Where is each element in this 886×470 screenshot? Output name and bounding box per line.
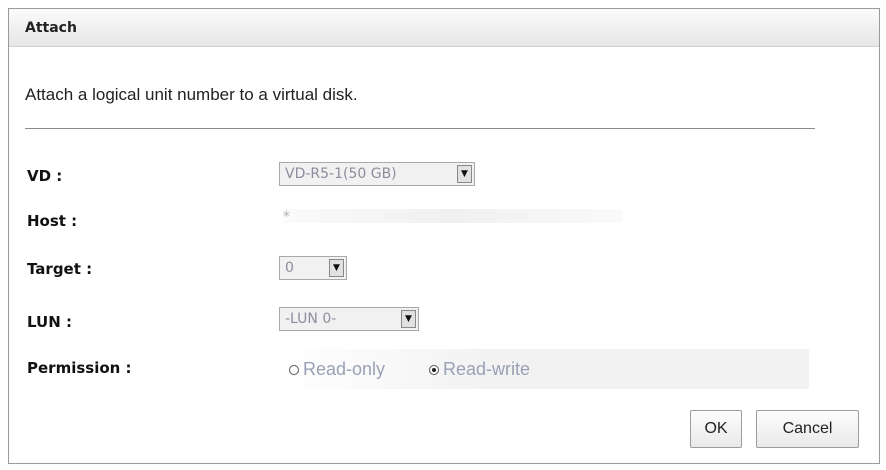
- vd-select-value: VD-R5-1(50 GB): [285, 166, 397, 182]
- vd-label: VD :: [27, 167, 63, 185]
- target-label: Target :: [27, 260, 93, 278]
- dialog-description: Attach a logical unit number to a virtua…: [25, 85, 358, 104]
- target-select[interactable]: 0 ▼: [279, 256, 347, 280]
- host-label: Host :: [27, 212, 78, 230]
- cancel-button[interactable]: Cancel: [756, 410, 859, 448]
- attach-dialog: Attach Attach a logical unit number to a…: [8, 8, 880, 464]
- host-value-text: *: [283, 209, 290, 225]
- radio-checked-icon: [429, 365, 439, 375]
- radio-read-write[interactable]: Read-write: [429, 359, 530, 380]
- lun-select[interactable]: -LUN 0- ▼: [279, 307, 419, 331]
- divider: [25, 128, 815, 129]
- lun-label: LUN :: [27, 313, 72, 331]
- chevron-down-icon: ▼: [457, 165, 472, 183]
- permission-label: Permission :: [27, 359, 132, 377]
- target-select-value: 0: [285, 260, 294, 276]
- radio-read-only-label: Read-only: [303, 359, 386, 379]
- chevron-down-icon: ▼: [401, 310, 416, 328]
- host-value: *: [283, 209, 623, 225]
- vd-select[interactable]: VD-R5-1(50 GB) ▼: [279, 162, 475, 186]
- dialog-title: Attach: [9, 9, 879, 47]
- radio-read-only[interactable]: Read-only: [289, 359, 385, 380]
- chevron-down-icon: ▼: [329, 259, 344, 277]
- lun-select-value: -LUN 0-: [285, 311, 337, 327]
- radio-unchecked-icon: [289, 365, 299, 375]
- radio-read-write-label: Read-write: [443, 359, 531, 379]
- ok-button[interactable]: OK: [690, 410, 742, 448]
